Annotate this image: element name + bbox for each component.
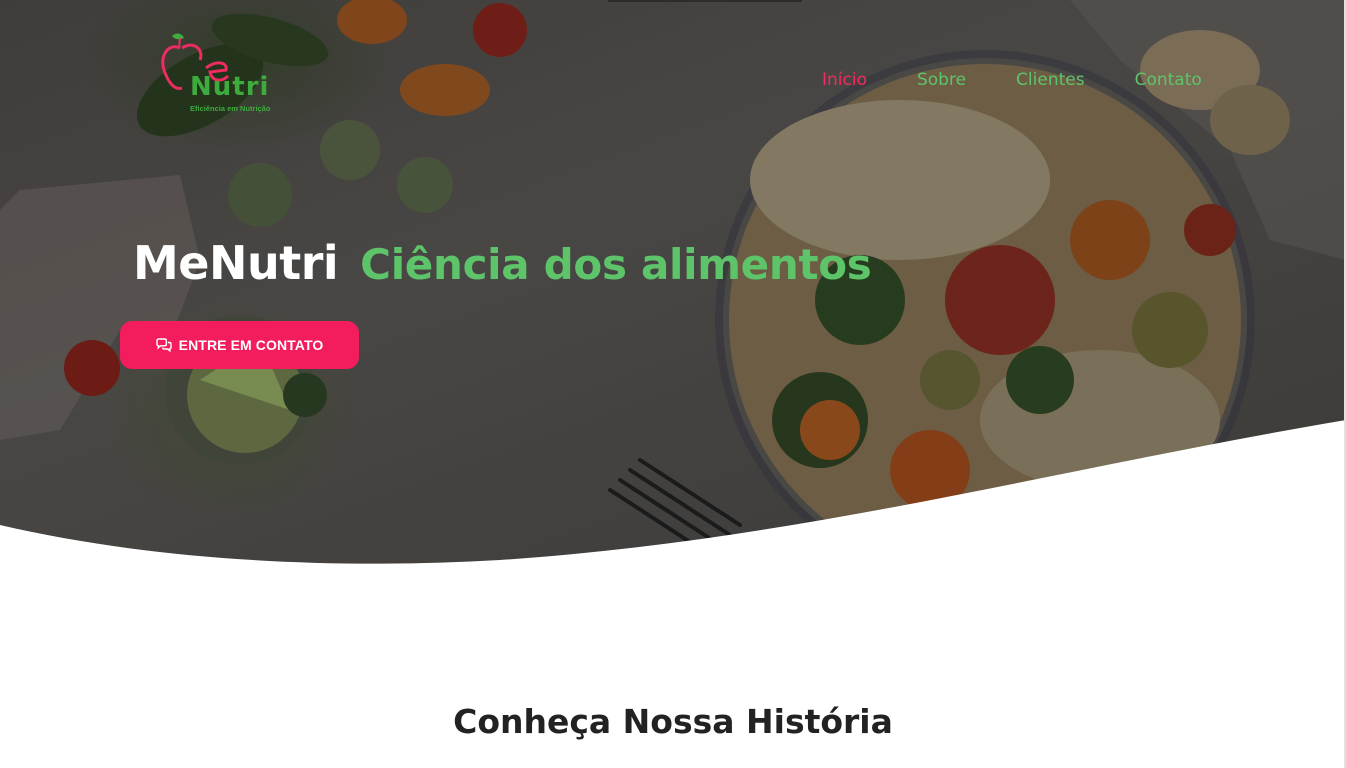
cta-label: ENTRE EM CONTATO xyxy=(178,337,324,353)
nav-link-clientes[interactable]: Clientes xyxy=(1016,68,1085,92)
contact-cta-button[interactable]: ENTRE EM CONTATO xyxy=(120,321,359,369)
hero-headline: MeNutri Ciência dos alimentos xyxy=(133,236,872,290)
site-logo[interactable]: Nutri Eficiência em Nutrição xyxy=(160,30,290,120)
logo-brand-text: Nutri xyxy=(190,72,270,102)
nav-link-contato[interactable]: Contato xyxy=(1135,68,1202,92)
nav-link-inicio[interactable]: Início xyxy=(822,68,867,92)
nav-link-sobre[interactable]: Sobre xyxy=(917,68,966,92)
hero-title-tagline: Ciência dos alimentos xyxy=(360,240,872,289)
top-accent-line xyxy=(608,0,802,2)
chat-bubbles-icon xyxy=(155,338,172,352)
hero-title-brand: MeNutri xyxy=(133,236,339,290)
section-heading-historia: Conheça Nossa História xyxy=(453,702,893,741)
main-nav: Início Sobre Clientes Contato xyxy=(822,68,1202,92)
logo-tagline: Eficiência em Nutrição xyxy=(190,104,271,113)
